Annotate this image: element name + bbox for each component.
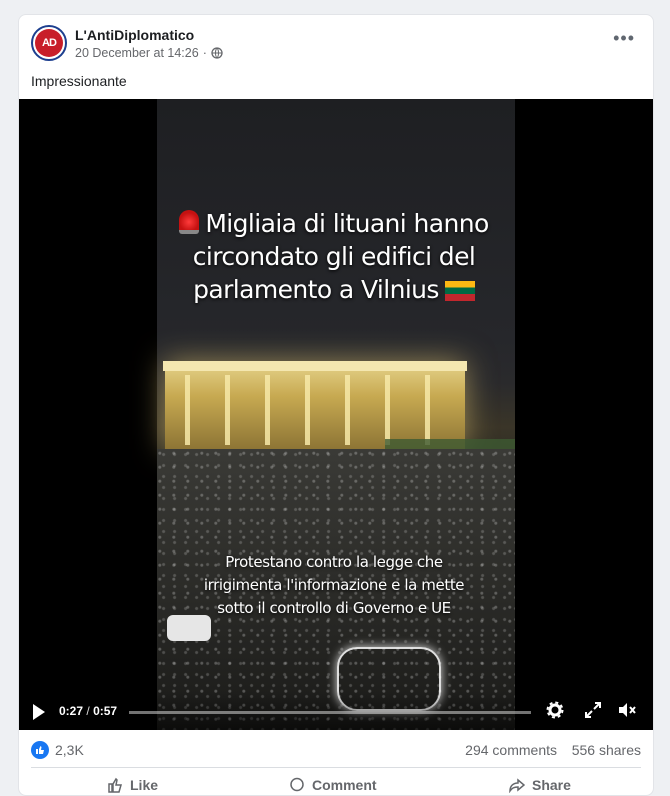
duration: 0:57 bbox=[93, 704, 118, 718]
video-overlay-title: Migliaia di lituani hanno circondato gli… bbox=[169, 207, 499, 306]
comment-button[interactable]: Comment bbox=[289, 777, 377, 793]
like-reaction-icon bbox=[31, 741, 49, 759]
mute-icon[interactable] bbox=[617, 701, 637, 721]
overlay-title-line: circondato gli edifici del bbox=[192, 242, 476, 271]
progress-bar[interactable] bbox=[129, 711, 531, 714]
overlay-subtitle-line: Protestano contro la legge che bbox=[225, 553, 443, 571]
like-button[interactable]: Like bbox=[107, 777, 158, 793]
post-timestamp[interactable]: 20 December at 14:26 bbox=[75, 46, 199, 60]
share-icon bbox=[509, 778, 525, 793]
video-frame bbox=[157, 99, 515, 730]
video-overlay-subtitle: Protestano contro la legge che irrigimen… bbox=[199, 551, 469, 620]
share-label: Share bbox=[532, 777, 571, 793]
overlay-subtitle-line: irrigimenta l'informazione e la mette bbox=[203, 576, 465, 594]
comment-icon bbox=[290, 777, 304, 792]
share-button[interactable]: Share bbox=[509, 777, 571, 793]
post-header: AD L'AntiDiplomatico 20 December at 14:2… bbox=[19, 15, 653, 71]
settings-icon[interactable] bbox=[545, 701, 565, 721]
time-separator: / bbox=[86, 704, 90, 718]
post-card: AD L'AntiDiplomatico 20 December at 14:2… bbox=[18, 14, 654, 796]
more-options-icon[interactable]: ••• bbox=[613, 29, 635, 47]
overlay-title-line: parlamento a Vilnius bbox=[193, 275, 439, 304]
divider bbox=[31, 767, 641, 768]
post-caption: Impressionante bbox=[31, 73, 127, 89]
comment-label: Comment bbox=[312, 777, 377, 793]
lithuania-flag-icon bbox=[444, 281, 475, 301]
thumbs-up-icon bbox=[108, 777, 122, 793]
overlay-subtitle-line: sotto il controllo di Governo e UE bbox=[217, 599, 451, 617]
post-actions: Like Comment Share bbox=[19, 771, 653, 795]
shares-count[interactable]: 556 shares bbox=[572, 742, 641, 758]
siren-icon bbox=[179, 210, 200, 234]
globe-icon bbox=[211, 47, 223, 59]
video-controls: 0:27 / 0:57 bbox=[19, 692, 653, 730]
post-meta: 20 December at 14:26 · bbox=[75, 46, 223, 60]
parliament-building bbox=[163, 361, 467, 449]
current-time: 0:27 bbox=[59, 704, 84, 718]
like-label: Like bbox=[130, 777, 159, 793]
avatar[interactable]: AD bbox=[31, 25, 67, 61]
play-icon[interactable] bbox=[33, 704, 45, 720]
page-name[interactable]: L'AntiDiplomatico bbox=[75, 27, 194, 43]
avatar-logo: AD bbox=[35, 29, 63, 57]
post-stats: 2,3K 294 comments 556 shares bbox=[19, 735, 653, 765]
separator-dot: · bbox=[202, 46, 207, 60]
video-time: 0:27 / 0:57 bbox=[59, 704, 117, 718]
comments-count[interactable]: 294 comments bbox=[465, 742, 557, 758]
reactions-count[interactable]: 2,3K bbox=[55, 742, 84, 758]
fullscreen-icon[interactable] bbox=[583, 701, 603, 721]
overlay-title-line: Migliaia di lituani hanno bbox=[205, 209, 489, 238]
video-player[interactable]: Migliaia di lituani hanno circondato gli… bbox=[19, 99, 653, 730]
